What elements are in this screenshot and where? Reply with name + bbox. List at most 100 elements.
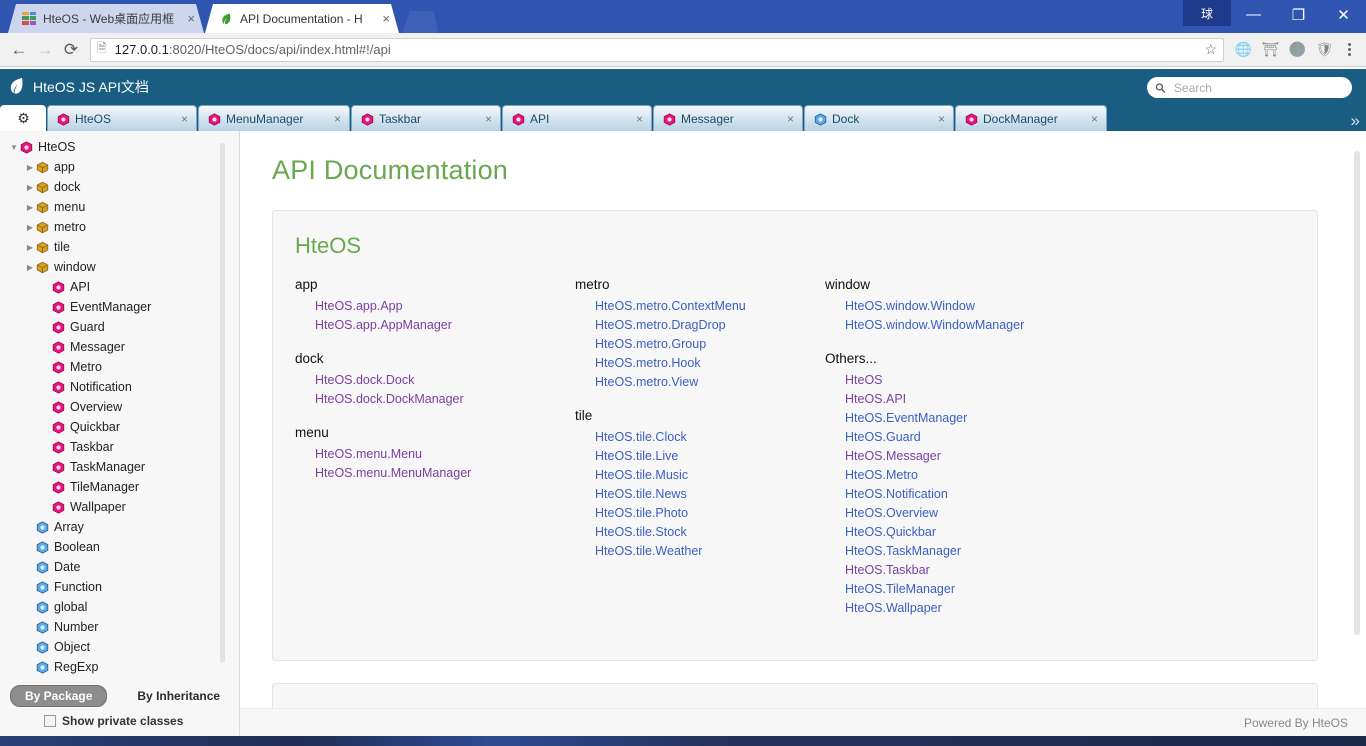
address-bar[interactable]: 🗎 127.0.0.1:8020/HteOS/docs/api/index.ht… xyxy=(90,38,1224,62)
api-link[interactable]: HteOS.tile.Stock xyxy=(595,523,825,542)
by-package-button[interactable]: By Package xyxy=(10,685,107,707)
doc-tab-close-icon[interactable]: × xyxy=(167,112,188,126)
tree-item-metro[interactable]: Metro xyxy=(8,357,239,377)
api-link[interactable]: HteOS.Overview xyxy=(845,504,1105,523)
tree-item-menu[interactable]: ▶menu xyxy=(8,197,239,217)
tree-twisty-icon[interactable]: ▶ xyxy=(24,203,36,212)
browser-tab-close-icon[interactable]: × xyxy=(379,12,393,25)
tree-item-taskmanager[interactable]: TaskManager xyxy=(8,457,239,477)
api-link[interactable]: HteOS.EventManager xyxy=(845,409,1105,428)
bookmark-star-icon[interactable]: ☆ xyxy=(1204,41,1217,58)
api-link[interactable]: HteOS.tile.Music xyxy=(595,466,825,485)
tree-item-overview[interactable]: Overview xyxy=(8,397,239,417)
three-dots-icon[interactable] xyxy=(1338,43,1360,56)
maximize-button[interactable]: ❐ xyxy=(1276,0,1321,29)
api-link[interactable]: HteOS.menu.MenuManager xyxy=(315,464,575,483)
tree-item-window[interactable]: ▶window xyxy=(8,257,239,277)
tree-item-notification[interactable]: Notification xyxy=(8,377,239,397)
tree-item-guard[interactable]: Guard xyxy=(8,317,239,337)
close-button[interactable]: ✕ xyxy=(1321,0,1366,29)
tree-item-global[interactable]: global xyxy=(8,597,239,617)
doc-tab-close-icon[interactable]: × xyxy=(1077,112,1098,126)
api-link[interactable]: HteOS.TileManager xyxy=(845,580,1105,599)
doc-tab-api[interactable]: API× xyxy=(502,105,652,131)
api-link[interactable]: HteOS.tile.Clock xyxy=(595,428,825,447)
search-box[interactable] xyxy=(1147,77,1352,98)
tree-item-messager[interactable]: Messager xyxy=(8,337,239,357)
tree-item-date[interactable]: Date xyxy=(8,557,239,577)
minimize-button[interactable]: — xyxy=(1231,0,1276,29)
browser-tab-close-icon[interactable]: × xyxy=(184,12,198,25)
show-private-classes-row[interactable]: Show private classes xyxy=(0,714,239,728)
tree-item-regexp[interactable]: RegExp xyxy=(8,657,239,677)
api-link[interactable]: HteOS.metro.Group xyxy=(595,335,825,354)
api-link[interactable]: HteOS xyxy=(845,371,1105,390)
api-link[interactable]: HteOS.metro.ContextMenu xyxy=(595,297,825,316)
tree-item-number[interactable]: Number xyxy=(8,617,239,637)
browser-tab-api-documentation[interactable]: API Documentation - H × xyxy=(205,4,399,33)
doc-tab-close-icon[interactable]: × xyxy=(622,112,643,126)
api-link[interactable]: HteOS.tile.News xyxy=(595,485,825,504)
api-link[interactable]: HteOS.metro.Hook xyxy=(595,354,825,373)
api-link[interactable]: HteOS.Quickbar xyxy=(845,523,1105,542)
moon-icon[interactable]: 🌑 xyxy=(1284,37,1311,63)
api-link[interactable]: HteOS.metro.DragDrop xyxy=(595,316,825,335)
tree-item-app[interactable]: ▶app xyxy=(8,157,239,177)
shield-icon[interactable]: 🛡 xyxy=(1311,37,1338,63)
api-link[interactable]: HteOS.dock.Dock xyxy=(315,371,575,390)
tree-item-wallpaper[interactable]: Wallpaper xyxy=(8,497,239,517)
show-private-checkbox[interactable] xyxy=(44,715,56,727)
tree-item-hteos[interactable]: ▼HteOS xyxy=(8,137,239,157)
tree-item-quickbar[interactable]: Quickbar xyxy=(8,417,239,437)
network-icon[interactable]: ⛩ xyxy=(1257,37,1284,63)
new-tab-button[interactable] xyxy=(402,11,438,33)
doc-tab-dock[interactable]: Dock× xyxy=(804,105,954,131)
api-link[interactable]: HteOS.app.App xyxy=(315,297,575,316)
doc-tab-messager[interactable]: Messager× xyxy=(653,105,803,131)
tree-twisty-icon[interactable]: ▶ xyxy=(24,183,36,192)
search-input[interactable] xyxy=(1172,80,1344,96)
api-link[interactable]: HteOS.Wallpaper xyxy=(845,599,1105,618)
doc-tab-hteos[interactable]: HteOS× xyxy=(47,105,197,131)
sidebar-scrollbar[interactable] xyxy=(220,143,225,663)
doc-tab-close-icon[interactable]: × xyxy=(471,112,492,126)
api-link[interactable]: HteOS.API xyxy=(845,390,1105,409)
api-link[interactable]: HteOS.Metro xyxy=(845,466,1105,485)
tab-settings[interactable]: ⚙ xyxy=(0,105,46,131)
api-link[interactable]: HteOS.window.Window xyxy=(845,297,1105,316)
globe-icon[interactable]: 🌐 xyxy=(1230,37,1257,63)
tree-item-object[interactable]: Object xyxy=(8,637,239,657)
tab-overflow-icon[interactable]: » xyxy=(1351,112,1360,129)
tree-twisty-icon[interactable]: ▶ xyxy=(24,223,36,232)
doc-tab-close-icon[interactable]: × xyxy=(924,112,945,126)
tree-twisty-icon[interactable]: ▶ xyxy=(24,263,36,272)
api-link[interactable]: HteOS.menu.Menu xyxy=(315,445,575,464)
tree-twisty-icon[interactable]: ▼ xyxy=(8,143,20,152)
tree-item-boolean[interactable]: Boolean xyxy=(8,537,239,557)
api-link[interactable]: HteOS.app.AppManager xyxy=(315,316,575,335)
ime-badge[interactable]: 球 xyxy=(1183,0,1231,26)
back-button[interactable]: ← xyxy=(6,37,32,63)
by-inheritance-button[interactable]: By Inheritance xyxy=(123,686,234,706)
tree-twisty-icon[interactable]: ▶ xyxy=(24,163,36,172)
api-link[interactable]: HteOS.dock.DockManager xyxy=(315,390,575,409)
tree-item-metro[interactable]: ▶metro xyxy=(8,217,239,237)
reload-button[interactable]: ⟳ xyxy=(58,37,84,63)
doc-tab-close-icon[interactable]: × xyxy=(320,112,341,126)
tree-item-dock[interactable]: ▶dock xyxy=(8,177,239,197)
doc-tab-taskbar[interactable]: Taskbar× xyxy=(351,105,501,131)
tree-item-taskbar[interactable]: Taskbar xyxy=(8,437,239,457)
api-link[interactable]: HteOS.Notification xyxy=(845,485,1105,504)
doc-tab-menumanager[interactable]: MenuManager× xyxy=(198,105,350,131)
api-link[interactable]: HteOS.window.WindowManager xyxy=(845,316,1105,335)
forward-button[interactable]: → xyxy=(32,37,58,63)
tree-twisty-icon[interactable]: ▶ xyxy=(24,243,36,252)
tree-item-function[interactable]: Function xyxy=(8,577,239,597)
tree-item-array[interactable]: Array xyxy=(8,517,239,537)
api-link[interactable]: HteOS.TaskManager xyxy=(845,542,1105,561)
doc-tab-close-icon[interactable]: × xyxy=(773,112,794,126)
api-link[interactable]: HteOS.Taskbar xyxy=(845,561,1105,580)
browser-tab-hteos[interactable]: HteOS - Web桌面应用框 × xyxy=(8,4,204,33)
api-link[interactable]: HteOS.metro.View xyxy=(595,373,825,392)
api-link[interactable]: HteOS.tile.Weather xyxy=(595,542,825,561)
